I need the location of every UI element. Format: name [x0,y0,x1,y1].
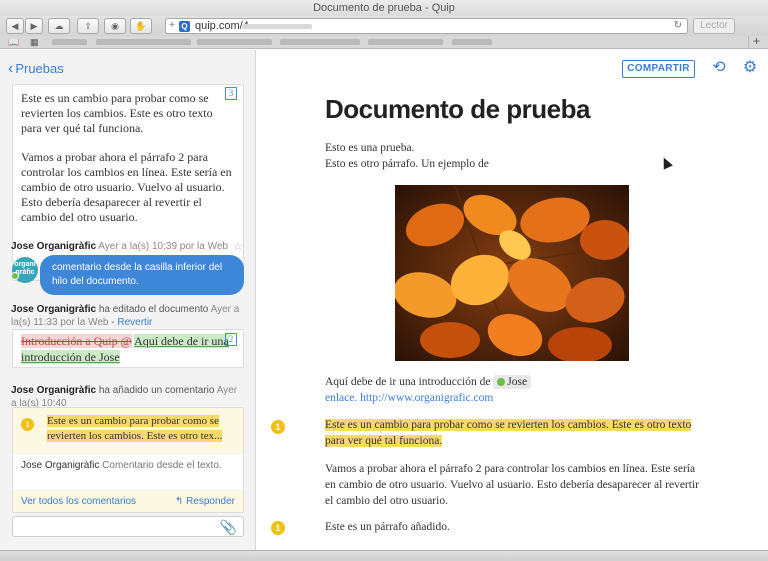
bookmark-item[interactable] [368,39,443,45]
presence-indicator [11,272,19,280]
star-icon[interactable]: ☆ [233,240,243,253]
plus-icon: + [169,20,175,31]
bookmark-item[interactable] [197,39,272,45]
link-text[interactable]: enlace. [325,392,357,404]
activity-meta: Ayer a la(s) 10:39 por la Web [98,241,228,252]
share-icon[interactable]: ⇪ [77,18,99,34]
comment: Jose Organigràfic Comentario desde el te… [13,454,243,478]
count-badge[interactable]: 3 [225,87,237,100]
document-paragraph[interactable]: Este es un párrafo añadido. [325,519,705,535]
diff-paragraph: Este es un cambio para probar como se re… [21,91,213,135]
grid-icon[interactable]: ▦ [30,37,39,47]
diff-paragraph: Vamos a probar ahora el párrafo 2 para c… [21,150,232,224]
comment-author[interactable]: Jose Organigràfic [21,460,99,471]
edit-diff-card: Introducción a Quip @ Aquí debe de ir un… [12,329,244,368]
reply-button[interactable]: ↰ Responder [175,491,235,513]
paragraph-line: Esto es otro párrafo. Un ejemplo de [325,158,489,170]
reply-label: Responder [186,496,235,507]
reply-icon: ↰ [174,496,184,507]
window-title: Documento de prueba - Quip [0,0,768,16]
document-title[interactable]: Documento de prueba [325,94,590,125]
comment-footer: Ver todos los comentarios ↰ Responder [13,490,243,512]
link-url[interactable]: http://www.organigrafic.com [360,392,493,404]
message-input[interactable]: 📎 [12,516,244,537]
intro-text: Aquí debe de ir una introducción de [325,376,491,388]
highlighted-text: Este es un cambio para probar como se re… [325,419,692,447]
url-text: quip.com/4 [195,20,249,32]
document-paragraph[interactable]: Esto es una prueba. Esto es otro párrafo… [325,140,705,172]
reload-icon[interactable]: ↻ [674,19,682,33]
comment-badge[interactable]: 1 [271,420,285,434]
gear-icon[interactable]: ⚙ [741,59,759,77]
bookmark-item[interactable] [96,39,191,45]
view-all-comments-link[interactable]: Ver todos los comentarios [21,491,136,513]
comment-badge[interactable]: 1 [271,521,285,535]
paperclip-icon[interactable]: 📎 [220,518,237,536]
comment-text: Comentario desde el texto. [102,460,222,471]
address-bar[interactable]: + Q quip.com/4 ↻ [165,18,688,34]
activity-action: ha editado el documento [98,304,209,315]
highlighted-paragraph[interactable]: Este es un cambio para probar como se re… [325,417,705,449]
browser-toolbar: ◀ ▶ ☁ ⇪ ◉ ✋ + Q quip.com/4 ↻ Lector [0,16,768,36]
users-icon[interactable]: ⟲ [710,59,728,77]
removed-text: Introducción a Quip @ [21,334,132,348]
hand-icon[interactable]: ✋ [130,18,152,34]
revert-link[interactable]: Revertir [117,317,152,328]
book-icon[interactable]: 📖 [8,37,19,47]
bookmark-item[interactable] [280,39,360,45]
forward-arrow-icon[interactable]: ▶ [25,18,43,34]
comment-card: 1 Este es un cambio para probar como se … [12,407,244,513]
user-name[interactable]: Jose Organigràfic [11,385,96,396]
presence-indicator [497,378,506,387]
document-paragraph[interactable]: Vamos a probar ahora el párrafo 2 para c… [325,461,705,509]
share-button[interactable]: COMPARTIR [622,60,695,78]
history-icon[interactable]: ◉ [104,18,126,34]
chat-bubble: comentario desde la casilla inferior del… [40,255,244,295]
person-mention[interactable]: Jose [493,375,532,389]
bookmarks-bar: 📖 ▦ + [0,35,768,49]
count-badge[interactable]: 2 [225,333,237,346]
leaves-illustration [395,185,629,361]
cloud-icon[interactable]: ☁ [48,18,70,34]
comment-badge[interactable]: 1 [21,418,34,431]
activity-action: ha añadido un comentario [98,385,215,396]
back-button[interactable]: ‹ Pruebas [8,60,64,78]
quoted-text: Este es un cambio para probar como se re… [47,415,223,442]
bookmark-item[interactable] [452,39,492,45]
paragraph-line: Esto es una prueba. [325,142,415,154]
comment-quote[interactable]: 1 Este es un cambio para probar como se … [13,408,243,454]
bookmark-item[interactable] [52,39,87,45]
user-name[interactable]: Jose Organigràfic [11,304,96,315]
activity-header: Jose Organigràfic ha editado el document… [11,304,240,328]
user-name[interactable]: Jose Organigràfic [11,241,96,252]
back-arrow-icon[interactable]: ◀ [6,18,24,34]
new-tab-button[interactable]: + [748,35,764,48]
status-bar [0,550,768,561]
url-redacted [242,24,312,29]
reader-button[interactable]: Lector [693,18,735,34]
person-name: Jose [507,376,528,388]
activity-header: Jose Organigràfic Ayer a la(s) 10:39 por… [11,240,228,253]
autumn-leaves-image[interactable] [395,185,629,361]
conversation-sidebar: ‹ Pruebas Este es un cambio para probar c… [0,50,256,550]
document-pane: COMPARTIR ⟲ ⚙ Documento de prueba Esto e… [257,50,768,550]
document-paragraph[interactable]: Aquí debe de ir una introducción de Jose… [325,374,705,406]
quip-favicon-icon: Q [179,21,190,32]
chevron-left-icon: ‹ [8,60,14,77]
back-label: Pruebas [15,61,64,76]
